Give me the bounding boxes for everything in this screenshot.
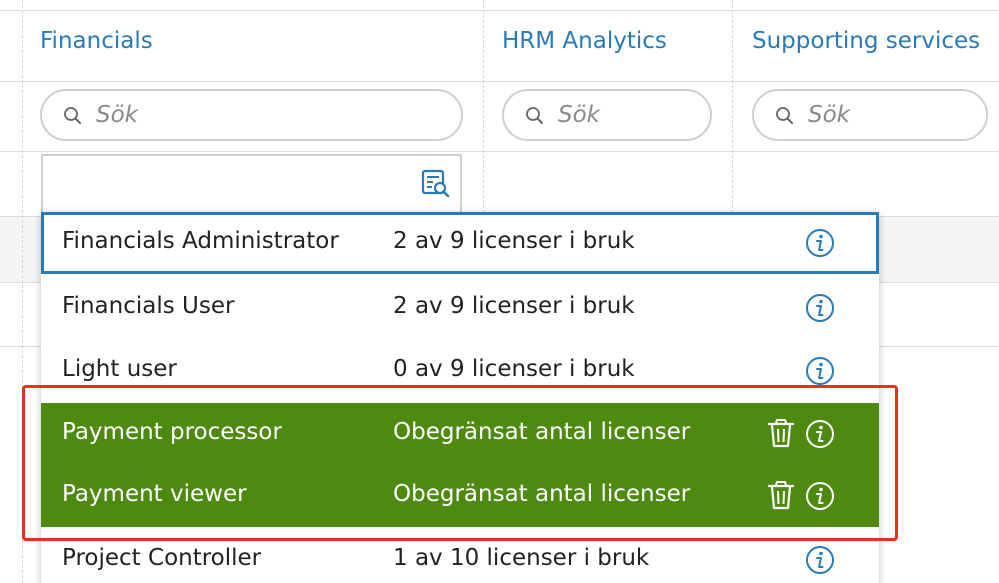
search-input-hrm-analytics[interactable] xyxy=(556,101,705,129)
table-border xyxy=(0,151,999,152)
trash-icon[interactable] xyxy=(766,479,796,511)
column-header-supporting-services[interactable]: Supporting services xyxy=(752,28,980,54)
search-field-financials xyxy=(40,89,463,141)
table-border xyxy=(0,81,999,82)
search-field-hrm-analytics xyxy=(502,89,712,141)
option-license-count: Obegränsat antal licenser xyxy=(393,419,691,445)
column-divider xyxy=(22,0,23,583)
column-header-hrm-analytics[interactable]: HRM Analytics xyxy=(502,28,667,54)
option-light-user[interactable]: Light user 0 av 9 licenser i bruk xyxy=(41,340,879,402)
option-name: Financials User xyxy=(62,293,235,319)
option-financials-administrator[interactable]: Financials Administrator 2 av 9 licenser… xyxy=(41,212,879,274)
option-name: Payment processor xyxy=(62,419,282,445)
search-icon xyxy=(526,107,543,124)
license-select-trigger[interactable] xyxy=(41,154,462,212)
info-icon[interactable] xyxy=(804,227,836,259)
option-payment-viewer[interactable]: Payment viewer Obegränsat antal licenser xyxy=(41,465,879,527)
info-icon[interactable] xyxy=(804,292,836,324)
info-icon[interactable] xyxy=(804,418,836,450)
search-field-supporting-services xyxy=(752,89,988,141)
list-search-icon[interactable] xyxy=(420,168,452,200)
search-icon xyxy=(776,107,793,124)
option-name: Payment viewer xyxy=(62,481,247,507)
info-icon[interactable] xyxy=(804,544,836,576)
option-license-count: Obegränsat antal licenser xyxy=(393,481,691,507)
license-dropdown: Financials Administrator 2 av 9 licenser… xyxy=(41,212,879,583)
table-border xyxy=(0,10,999,11)
option-license-count: 2 av 9 licenser i bruk xyxy=(393,228,635,254)
option-name: Light user xyxy=(62,356,177,382)
option-financials-user[interactable]: Financials User 2 av 9 licenser i bruk xyxy=(41,277,879,339)
search-input-supporting-services[interactable] xyxy=(806,101,973,129)
option-license-count: 0 av 9 licenser i bruk xyxy=(393,356,635,382)
info-icon[interactable] xyxy=(804,355,836,387)
option-license-count: 1 av 10 licenser i bruk xyxy=(393,545,650,571)
option-name: Financials Administrator xyxy=(62,228,339,254)
option-name: Project Controller xyxy=(62,545,262,571)
info-icon[interactable] xyxy=(804,480,836,512)
column-header-financials[interactable]: Financials xyxy=(40,28,153,54)
trash-icon[interactable] xyxy=(766,417,796,449)
option-project-controller[interactable]: Project Controller 1 av 10 licenser i br… xyxy=(41,529,879,583)
search-icon xyxy=(64,107,81,124)
option-license-count: 2 av 9 licenser i bruk xyxy=(393,293,635,319)
option-payment-processor[interactable]: Payment processor Obegränsat antal licen… xyxy=(41,403,879,465)
search-input-financials[interactable] xyxy=(94,101,392,129)
